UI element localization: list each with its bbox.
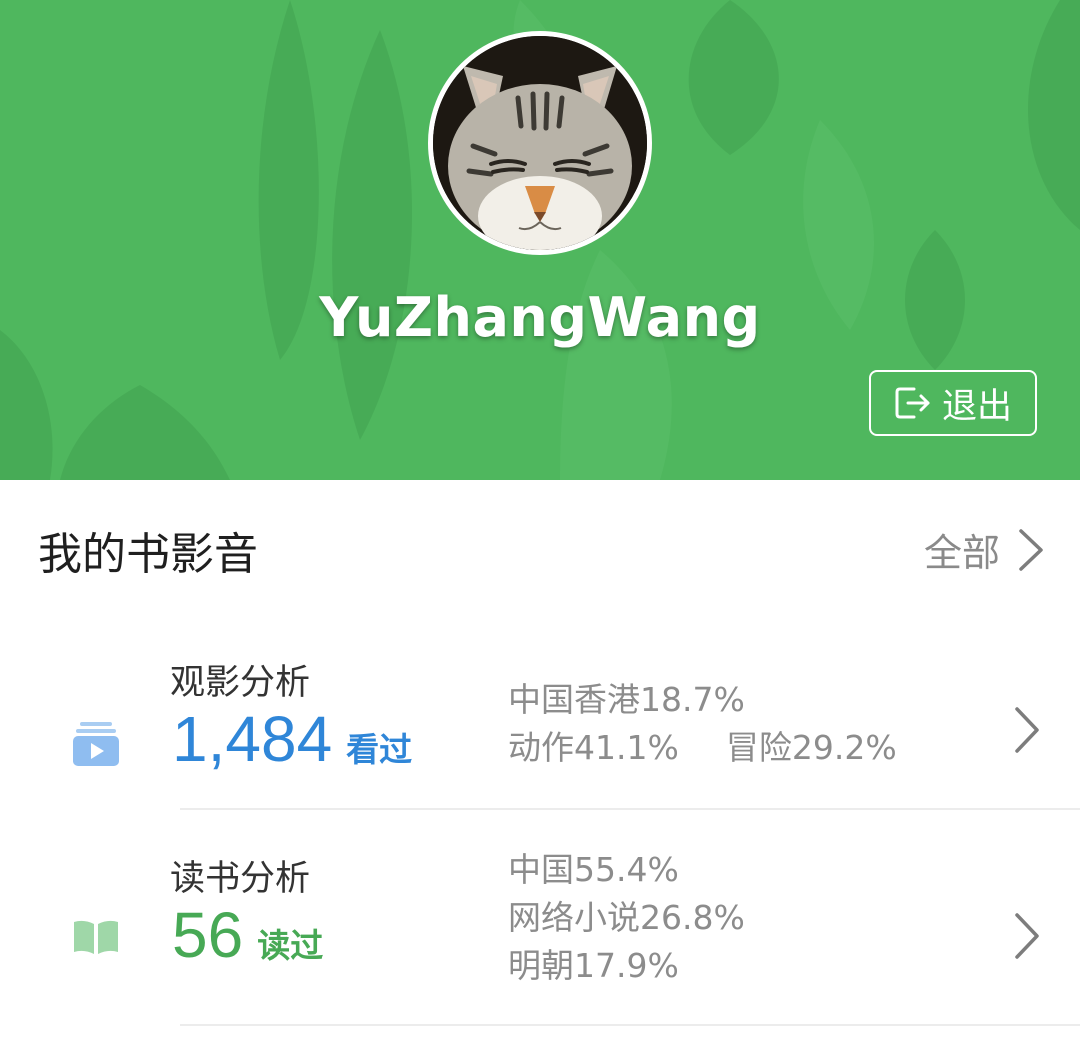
open-book-icon	[74, 920, 118, 954]
movie-analysis-title: 观影分析	[170, 663, 311, 703]
movie-count-unit: 看过	[346, 730, 413, 769]
book-count-unit: 读过	[257, 926, 324, 965]
chevron-right-icon	[1019, 528, 1043, 571]
movie-analysis-row[interactable]: 观影分析 1,484 看过 中国香港18.7% 动作41.1% 冒险29.2%	[0, 640, 1080, 810]
movie-stat-region: 中国香港18.7%	[508, 680, 745, 719]
chevron-right-icon	[1015, 707, 1039, 753]
view-all-label: 全部	[923, 531, 1000, 575]
book-analysis-row[interactable]: 读书分析 56 读过 中国55.4% 网络小说26.8% 明朝17.9%	[0, 830, 1080, 1026]
movie-stats: 中国香港18.7% 动作41.1% 冒险29.2%	[508, 676, 897, 772]
book-stat-era: 明朝17.9%	[508, 946, 679, 985]
section-title: 我的书影音	[38, 529, 258, 580]
logout-label: 退出	[941, 386, 1012, 427]
movie-count: 1,484 看过	[172, 702, 412, 776]
movie-count-number: 1,484	[172, 703, 333, 775]
movie-stat-genre-2: 冒险29.2%	[725, 728, 897, 767]
username: YuZhangWang	[319, 286, 761, 349]
logout-icon	[895, 387, 930, 419]
book-stat-genre: 网络小说26.8%	[508, 898, 745, 937]
book-analysis-title: 读书分析	[170, 859, 311, 899]
video-library-icon	[73, 722, 119, 766]
logout-button[interactable]: 退出	[869, 370, 1037, 436]
movie-stat-genre-1: 动作41.1%	[508, 728, 679, 767]
book-stat-region: 中国55.4%	[508, 850, 679, 889]
chevron-right-icon	[1015, 913, 1039, 959]
row-divider	[180, 1024, 1080, 1026]
row-divider	[180, 808, 1080, 810]
book-count: 56 读过	[172, 898, 323, 972]
book-count-number: 56	[172, 899, 244, 971]
user-avatar[interactable]	[428, 31, 652, 255]
profile-header: YuZhangWang 退出	[0, 0, 1080, 480]
view-all-link[interactable]: 全部	[924, 522, 1044, 577]
book-stats: 中国55.4% 网络小说26.8% 明朝17.9%	[508, 846, 745, 990]
cat-avatar-image	[433, 36, 647, 250]
